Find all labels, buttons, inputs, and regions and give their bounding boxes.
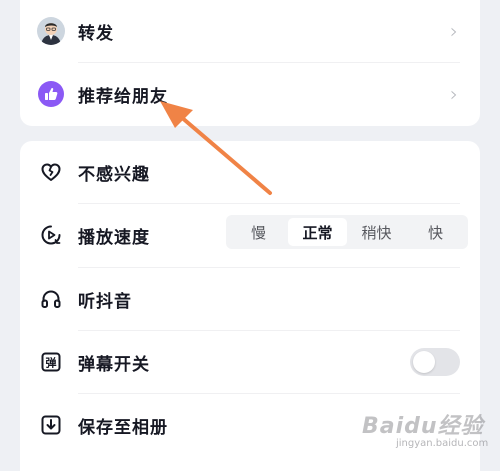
watermark-url: jingyan.baidu.com — [396, 438, 489, 449]
listen-label: 听抖音 — [78, 291, 132, 312]
menu-item-recommend[interactable]: 推荐给朋友 › — [20, 63, 480, 125]
save-to-album-label: 保存至相册 — [78, 417, 168, 438]
speed-option-slow[interactable]: 慢 — [229, 218, 288, 246]
speed-option-fast[interactable]: 快 — [406, 218, 465, 246]
avatar-icon — [37, 17, 65, 45]
danmaku-label: 弹幕开关 — [78, 354, 150, 375]
play-speed-icon — [37, 221, 65, 249]
chevron-right-icon: › — [450, 19, 458, 43]
danmaku-toggle[interactable] — [410, 348, 460, 376]
speed-option-normal[interactable]: 正常 — [288, 218, 347, 246]
forward-label: 转发 — [78, 23, 114, 44]
watermark-text: Baidu经验 — [362, 414, 484, 439]
playback-speed-label: 播放速度 — [78, 227, 150, 248]
download-icon — [37, 411, 65, 439]
menu-item-danmaku: 弹 弹幕开关 — [20, 331, 480, 393]
thumbs-up-icon — [37, 80, 65, 108]
danmaku-icon: 弹 — [37, 348, 65, 376]
menu-item-not-interested[interactable]: 不感兴趣 — [20, 141, 480, 203]
svg-text:弹: 弹 — [46, 356, 57, 370]
menu-item-playback-speed: 播放速度 慢 正常 稍快 快 — [20, 204, 480, 266]
speed-option-slightly-fast[interactable]: 稍快 — [347, 218, 406, 246]
toggle-knob — [413, 351, 435, 373]
headphones-icon — [37, 285, 65, 313]
not-interested-label: 不感兴趣 — [78, 164, 150, 185]
menu-item-forward[interactable]: 转发 › — [20, 0, 480, 62]
chevron-right-icon: › — [450, 82, 458, 106]
recommend-label: 推荐给朋友 — [78, 86, 168, 107]
share-card: 转发 › 推荐给朋友 › — [20, 0, 480, 126]
broken-heart-icon — [37, 158, 65, 186]
speed-selector: 慢 正常 稍快 快 — [226, 215, 468, 249]
menu-item-listen[interactable]: 听抖音 — [20, 268, 480, 330]
watermark: Baidu经验 jingyan.baidu.com — [362, 402, 490, 454]
